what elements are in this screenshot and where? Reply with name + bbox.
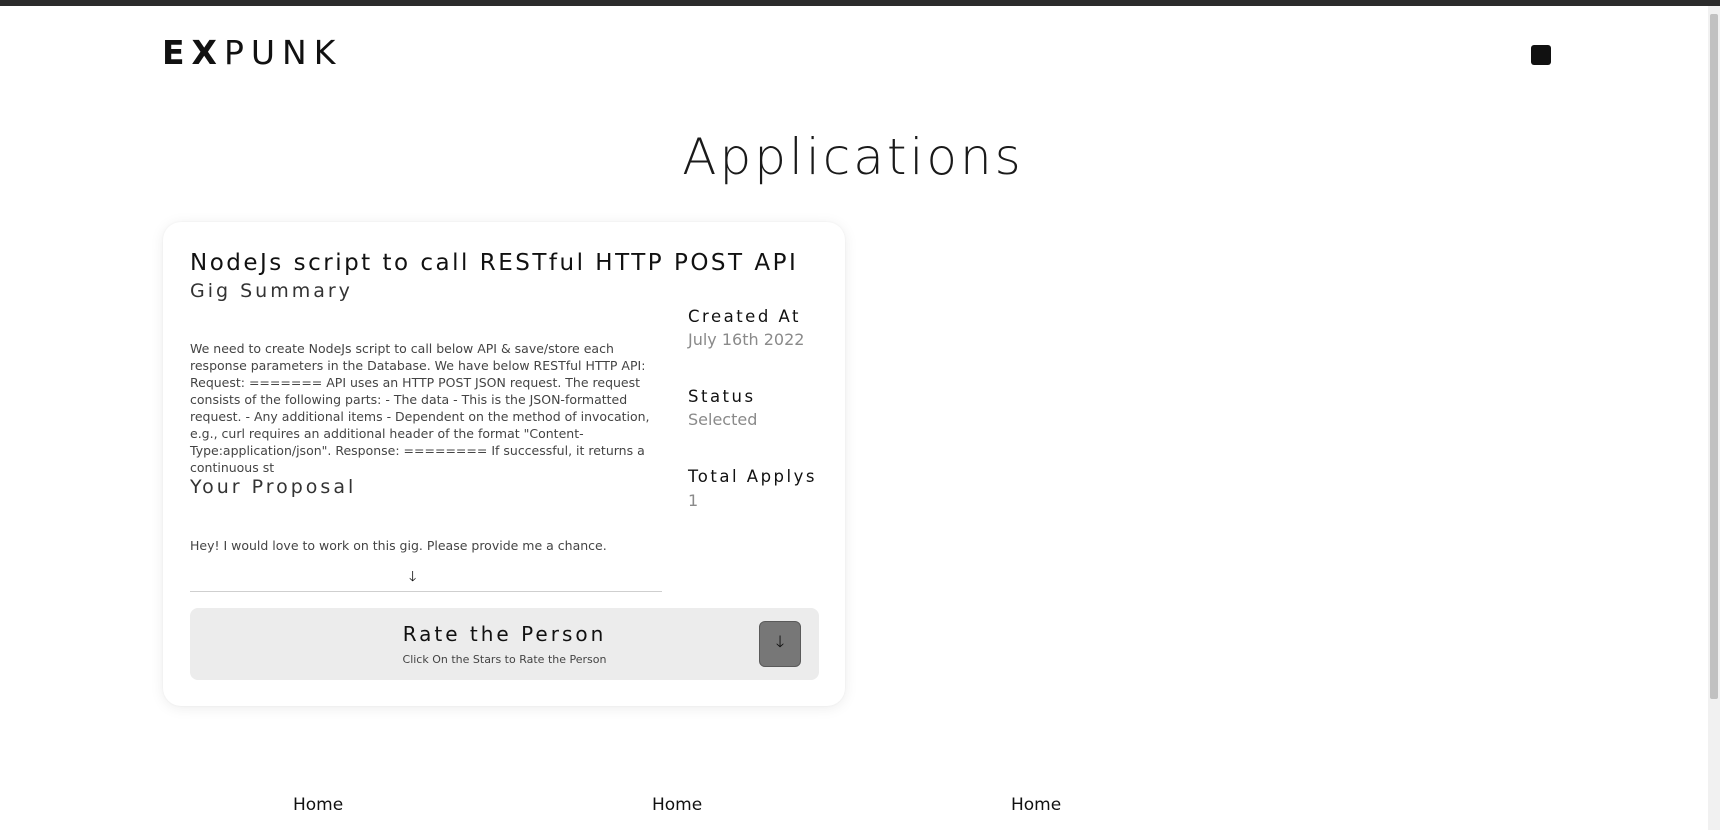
rate-expand-button[interactable]: 🡓 (759, 621, 801, 667)
page-title: Applications (682, 128, 1024, 186)
scrollbar-thumb[interactable] (1710, 14, 1718, 699)
arrow-down-icon: 🡓 (775, 631, 785, 651)
scrollbar-track[interactable] (1708, 6, 1720, 830)
rate-subtitle: Click On the Stars to Rate the Person (402, 653, 607, 666)
browser-top-bar (0, 0, 1720, 6)
gig-summary-text: We need to create NodeJs script to call … (190, 341, 650, 475)
footer-link-home[interactable]: Home (293, 795, 343, 815)
proposal-heading: Your Proposal (190, 476, 357, 498)
menu-square-icon[interactable] (1531, 45, 1551, 65)
rate-person-panel[interactable]: Rate the Person Click On the Stars to Ra… (190, 608, 819, 680)
created-at-label: Created At (688, 307, 802, 326)
total-applys-label: Total Applys (688, 467, 817, 486)
total-applys-value: 1 (688, 491, 699, 510)
footer-link-home[interactable]: Home (652, 795, 702, 815)
status-value: Selected (688, 410, 758, 429)
gig-summary-heading: Gig Summary (190, 280, 353, 302)
application-card: NodeJs script to call RESTful HTTP POST … (163, 222, 845, 706)
rate-title: Rate the Person (402, 622, 607, 646)
divider (190, 591, 662, 592)
arrow-down-icon[interactable]: 🡓 (409, 566, 416, 590)
footer-link-home[interactable]: Home (1011, 795, 1061, 815)
gig-title: NodeJs script to call RESTful HTTP POST … (190, 250, 799, 276)
logo-bold-text: EX (162, 33, 224, 72)
created-at-value: July 16th 2022 (688, 330, 805, 349)
logo-light-text: PUNK (224, 33, 343, 72)
proposal-text: Hey! I would love to work on this gig. P… (190, 538, 607, 553)
status-label: Status (688, 387, 756, 406)
brand-logo[interactable]: EXPUNK (162, 36, 342, 69)
